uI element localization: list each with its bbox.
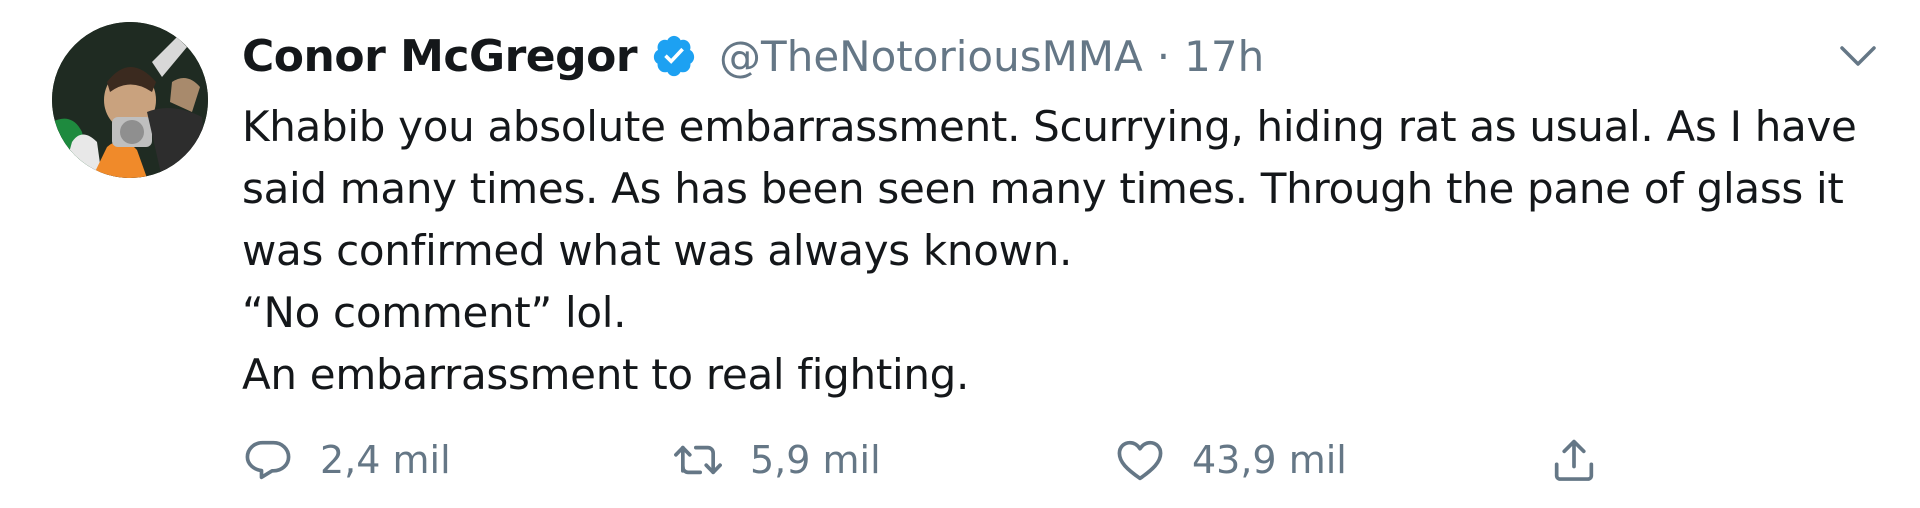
retweet-count: 5,9 mil — [750, 438, 881, 482]
like-button[interactable]: 43,9 mil — [1114, 430, 1347, 490]
verified-badge-icon — [653, 35, 695, 77]
author-avatar[interactable] — [52, 22, 208, 178]
tweet-text-line: “No comment” lol. — [242, 288, 627, 337]
reply-icon — [245, 440, 291, 480]
tweet[interactable]: Conor McGregor @TheNotoriousMMA · 17h Kh… — [0, 0, 1920, 508]
tweet-text-line: Khabib you absolute embarrassment. Scurr… — [242, 102, 1857, 151]
tweet-text-line: An embarrassment to real fighting. — [242, 350, 970, 399]
tweet-text: Khabib you absolute embarrassment. Scurr… — [242, 96, 1882, 406]
author-display-name[interactable]: Conor McGregor — [242, 31, 638, 82]
share-button[interactable] — [1548, 430, 1600, 490]
retweet-button[interactable]: 5,9 mil — [672, 430, 881, 490]
reply-button[interactable]: 2,4 mil — [242, 430, 451, 490]
tweet-text-line: said many times. As has been seen many t… — [242, 164, 1844, 213]
heart-icon — [1117, 440, 1163, 481]
author-handle[interactable]: @TheNotoriousMMA — [719, 32, 1143, 81]
avatar-photo-icon — [52, 22, 208, 178]
share-icon — [1554, 439, 1594, 481]
retweet-icon — [674, 445, 722, 475]
tweet-header: Conor McGregor @TheNotoriousMMA · 17h — [242, 26, 1264, 86]
tweet-timestamp[interactable]: 17h — [1184, 32, 1264, 81]
tweet-text-line: was confirmed what was always known. — [242, 226, 1073, 275]
chevron-down-icon[interactable] — [1836, 38, 1880, 74]
reply-count: 2,4 mil — [320, 438, 451, 482]
header-separator: · — [1156, 31, 1171, 81]
like-count: 43,9 mil — [1192, 438, 1347, 482]
tweet-actions: 2,4 mil 5,9 mil 43,9 mil — [242, 430, 1642, 490]
